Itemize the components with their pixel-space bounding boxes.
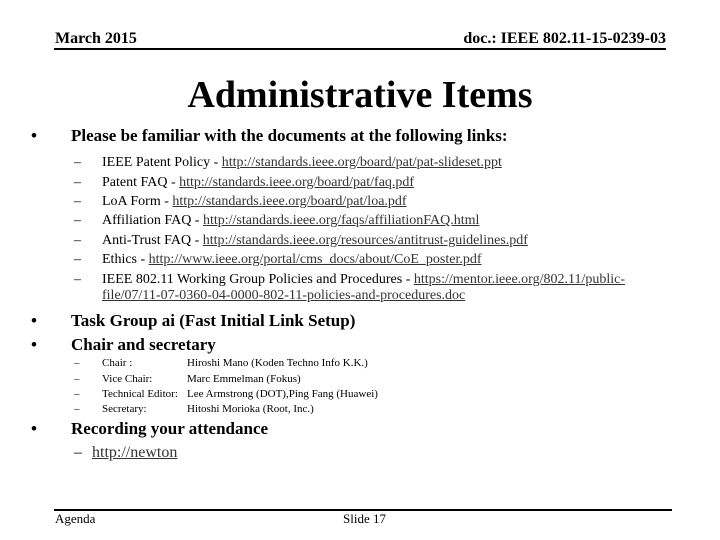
link-anti-trust-faq[interactable]: http://standards.ieee.org/resources/anti… bbox=[203, 233, 528, 248]
officer-role: Technical Editor: bbox=[102, 388, 178, 400]
attendance-link-item: – http://newton bbox=[74, 444, 177, 462]
officer-role: Vice Chair: bbox=[102, 373, 153, 385]
officer-name: Hiroshi Mano (Koden Techno Info K.K.) bbox=[187, 357, 368, 369]
dash-icon: – bbox=[74, 373, 80, 385]
header-doc-id: doc.: IEEE 802.11-15-0239-03 bbox=[463, 30, 666, 47]
link-patent-faq[interactable]: http://standards.ieee.org/board/pat/faq.… bbox=[179, 175, 414, 190]
dash-icon: – bbox=[74, 175, 81, 190]
bullet-icon: • bbox=[31, 335, 37, 354]
links-heading-text: Please be familiar with the documents at… bbox=[71, 126, 508, 145]
link-label: IEEE 802.11 Working Group Policies and P… bbox=[102, 272, 414, 287]
officer-name: Lee Armstrong (DOT),Ping Fang (Huawei) bbox=[187, 388, 378, 400]
officer-name: Hitoshi Morioka (Root, Inc.) bbox=[187, 403, 314, 415]
link-label: LoA Form - bbox=[102, 194, 173, 209]
task-group-text: Task Group ai (Fast Initial Link Setup) bbox=[71, 311, 356, 330]
dash-icon: – bbox=[74, 213, 81, 228]
link-label: Ethics - bbox=[102, 252, 149, 267]
bullet-task-group: • Task Group ai (Fast Initial Link Setup) bbox=[31, 311, 355, 331]
link-label: IEEE Patent Policy - bbox=[102, 155, 222, 170]
officer-role: Secretary: bbox=[102, 403, 147, 415]
dash-icon: – bbox=[74, 388, 80, 400]
link-label: Patent FAQ - bbox=[102, 175, 180, 190]
link-ethics[interactable]: http://www.ieee.org/portal/cms_docs/abou… bbox=[149, 252, 482, 267]
chair-heading-text: Chair and secretary bbox=[71, 335, 216, 354]
attendance-heading-text: Recording your attendance bbox=[71, 419, 269, 438]
officer-role: Chair : bbox=[102, 357, 133, 369]
bullet-icon: • bbox=[31, 311, 37, 330]
dash-icon: – bbox=[74, 194, 81, 209]
dash-icon: – bbox=[74, 444, 82, 461]
bullet-icon: • bbox=[31, 126, 37, 145]
link-affiliation-faq[interactable]: http://standards.ieee.org/faqs/affiliati… bbox=[203, 213, 479, 228]
footer-slide-number: Slide 17 bbox=[343, 511, 386, 526]
dash-icon: – bbox=[74, 272, 81, 287]
dash-icon: – bbox=[74, 252, 81, 267]
link-wg-policies-line2[interactable]: file/07/11-07-0360-04-0000-802-11-polici… bbox=[102, 288, 465, 303]
dash-icon: – bbox=[74, 233, 81, 248]
slide-title: Administrative Items bbox=[187, 74, 533, 116]
link-patent-policy[interactable]: http://standards.ieee.org/board/pat/pat-… bbox=[222, 155, 502, 170]
header-divider bbox=[54, 48, 666, 50]
bullet-attendance: • Recording your attendance bbox=[31, 419, 268, 439]
bullet-icon: • bbox=[31, 419, 37, 438]
officer-name: Marc Emmelman (Fokus) bbox=[187, 373, 301, 385]
link-label: Anti-Trust FAQ - bbox=[102, 233, 203, 248]
attendance-link[interactable]: http://newton bbox=[92, 444, 177, 461]
link-loa-form[interactable]: http://standards.ieee.org/board/pat/loa.… bbox=[172, 194, 406, 209]
link-label: Affiliation FAQ - bbox=[102, 213, 203, 228]
dash-icon: – bbox=[74, 155, 81, 170]
header-date: March 2015 bbox=[55, 30, 137, 47]
footer-agenda: Agenda bbox=[55, 511, 96, 526]
dash-icon: – bbox=[74, 357, 80, 369]
link-wg-policies-line1[interactable]: https://mentor.ieee.org/802.11/public- bbox=[414, 272, 625, 287]
bullet-chair-heading: • Chair and secretary bbox=[31, 335, 216, 355]
dash-icon: – bbox=[74, 403, 80, 415]
bullet-links-heading: • Please be familiar with the documents a… bbox=[31, 126, 507, 146]
